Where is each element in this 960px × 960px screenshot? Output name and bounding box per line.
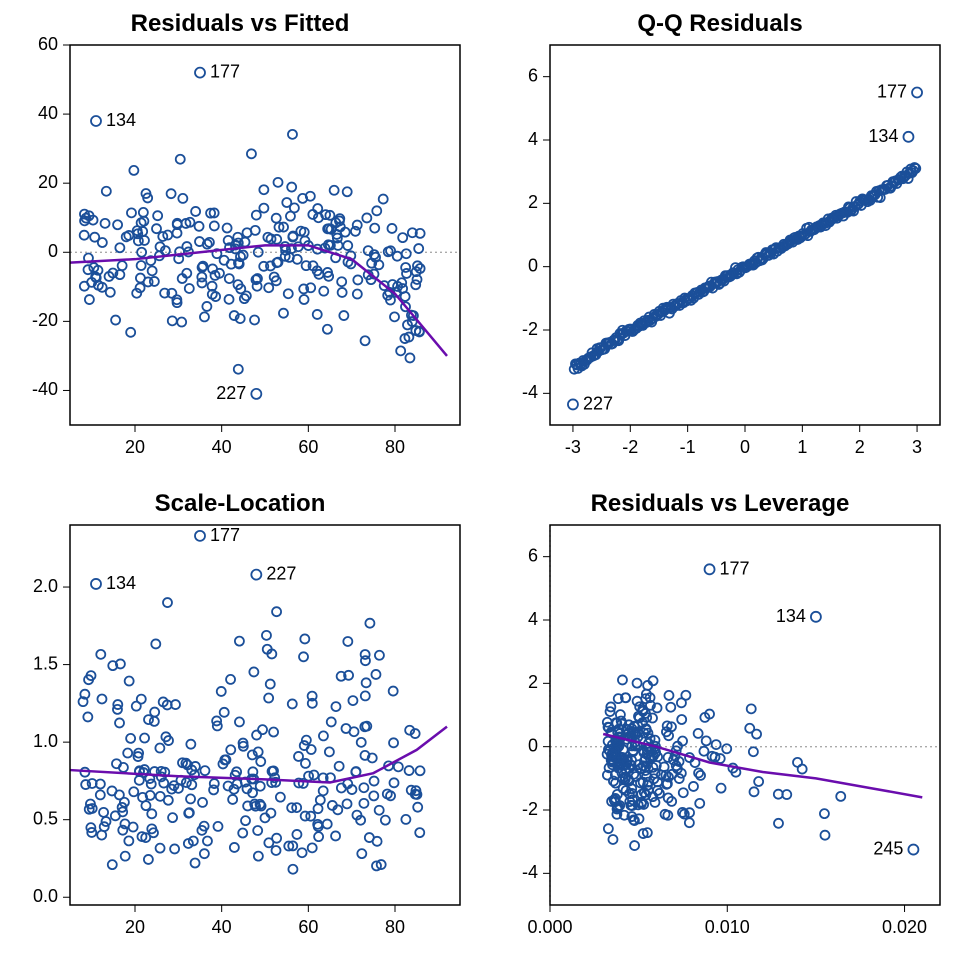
svg-text:20: 20 [38, 172, 58, 192]
svg-text:0: 0 [528, 255, 538, 275]
svg-text:40: 40 [212, 437, 232, 457]
svg-text:3: 3 [912, 437, 922, 457]
svg-text:227: 227 [583, 393, 613, 413]
svg-text:40: 40 [212, 917, 232, 937]
svg-text:-1: -1 [680, 437, 696, 457]
svg-text:-3: -3 [565, 437, 581, 457]
svg-text:-4: -4 [522, 382, 538, 402]
plot-residuals-vs-leverage: Residuals vs Leverage 1771342450.0000.01… [480, 480, 960, 960]
plot-scale-location: Scale-Location 177134227204060800.00.51.… [0, 480, 480, 960]
diagnostic-plot-grid: Residuals vs Fitted 17713422720406080-40… [0, 0, 960, 960]
svg-text:6: 6 [528, 545, 538, 565]
svg-text:177: 177 [720, 558, 750, 578]
svg-text:0.000: 0.000 [527, 917, 572, 937]
svg-text:2: 2 [855, 437, 865, 457]
svg-text:60: 60 [38, 34, 58, 54]
svg-text:134: 134 [106, 110, 136, 130]
svg-text:2: 2 [528, 192, 538, 212]
svg-text:20: 20 [125, 437, 145, 457]
svg-text:80: 80 [385, 437, 405, 457]
svg-text:0.5: 0.5 [33, 808, 58, 828]
svg-text:80: 80 [385, 917, 405, 937]
svg-text:0: 0 [48, 241, 58, 261]
svg-text:4: 4 [528, 609, 538, 629]
svg-text:40: 40 [38, 103, 58, 123]
svg-text:245: 245 [873, 839, 903, 859]
svg-text:1.0: 1.0 [33, 731, 58, 751]
svg-text:0.020: 0.020 [882, 917, 927, 937]
svg-text:20: 20 [125, 917, 145, 937]
svg-text:-4: -4 [522, 862, 538, 882]
svg-text:-40: -40 [32, 379, 58, 399]
plot-residuals-vs-fitted: Residuals vs Fitted 17713422720406080-40… [0, 0, 480, 480]
plot-svg: 177 134 245 0.000 0.010 0.020 -4 -2 0 2 4 6 [480, 480, 960, 960]
svg-text:177: 177 [210, 525, 240, 545]
svg-text:60: 60 [298, 437, 318, 457]
svg-text:227: 227 [266, 564, 296, 584]
plot-svg: 177 134 227 -3 -2 -1 0 1 2 3 -4 -2 0 2 4 6 [480, 0, 960, 480]
svg-text:134: 134 [868, 126, 898, 146]
svg-text:4: 4 [528, 129, 538, 149]
svg-text:0.010: 0.010 [705, 917, 750, 937]
svg-text:134: 134 [776, 606, 806, 626]
svg-text:0: 0 [740, 437, 750, 457]
svg-text:2.0: 2.0 [33, 576, 58, 596]
svg-text:177: 177 [877, 82, 907, 102]
plot-qq-residuals: Q-Q Residuals 177134227-3-2-10123-4-2024… [480, 0, 960, 480]
svg-text:6: 6 [528, 65, 538, 85]
svg-text:1.5: 1.5 [33, 653, 58, 673]
svg-text:177: 177 [210, 62, 240, 82]
svg-text:227: 227 [216, 383, 246, 403]
svg-text:-2: -2 [522, 799, 538, 819]
svg-text:-2: -2 [622, 437, 638, 457]
svg-text:0.0: 0.0 [33, 886, 58, 906]
svg-text:-2: -2 [522, 319, 538, 339]
svg-text:0: 0 [528, 735, 538, 755]
svg-text:-20: -20 [32, 310, 58, 330]
svg-text:1: 1 [797, 437, 807, 457]
plot-svg: 177 134 227 20 40 60 80 -40 -20 0 20 40 60 [0, 0, 480, 480]
svg-text:60: 60 [298, 917, 318, 937]
svg-text:134: 134 [106, 573, 136, 593]
plot-svg: 177 134 227 20 40 60 80 0.0 0.5 1.0 1.5 2.0 [0, 480, 480, 960]
svg-text:2: 2 [528, 672, 538, 692]
